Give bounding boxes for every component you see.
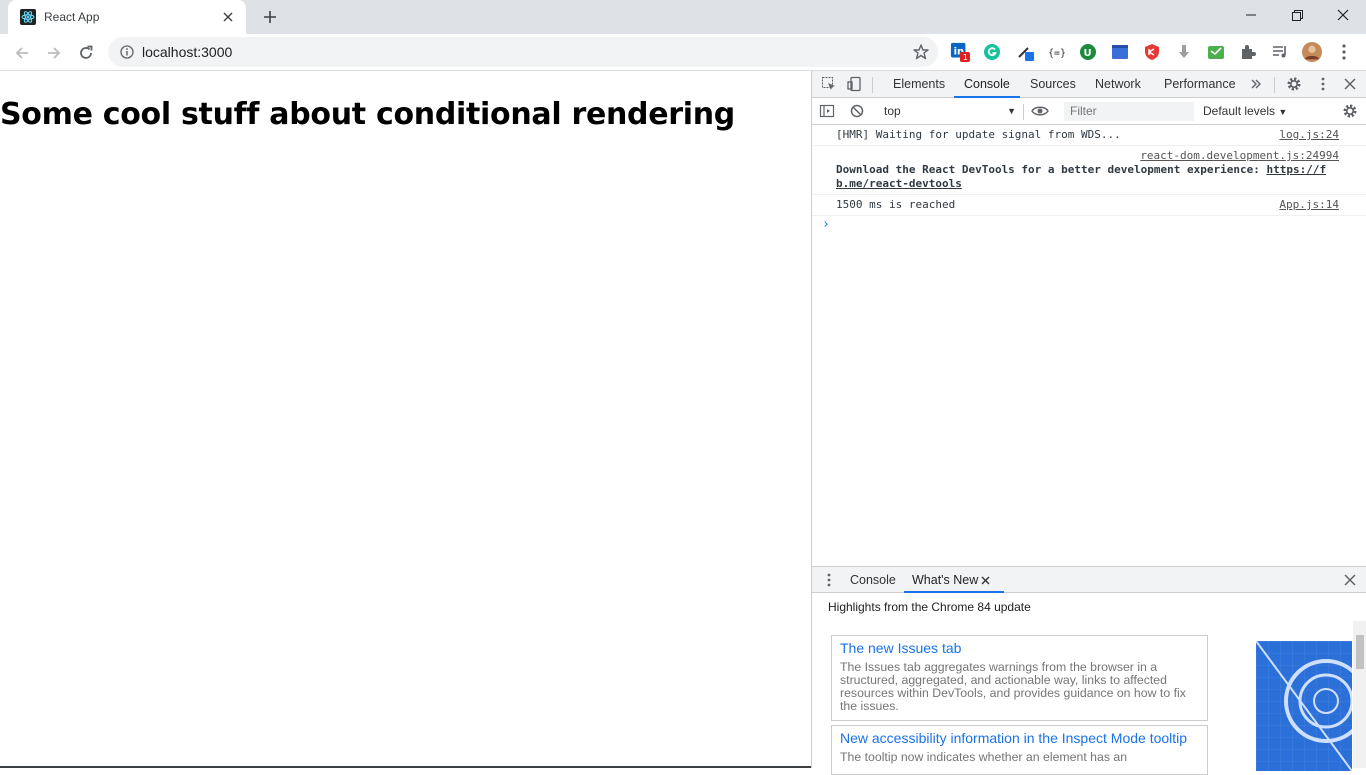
separator xyxy=(872,77,873,93)
grammarly-extension-icon[interactable] xyxy=(982,42,1002,62)
svg-text:U: U xyxy=(1084,48,1092,59)
page-viewport: Some cool stuff about conditional render… xyxy=(0,71,811,768)
console-toolbar: top ▼ Filter Default levels ▼ xyxy=(812,98,1366,125)
inspect-element-icon[interactable] xyxy=(820,75,838,93)
svg-text:{=}: {=} xyxy=(1048,48,1065,59)
message-text: Download the React DevTools for a better… xyxy=(836,163,1267,176)
react-icon xyxy=(20,9,36,25)
json-extension-icon[interactable]: {=} xyxy=(1046,42,1066,62)
message-source-link[interactable]: App.js:14 xyxy=(1279,198,1339,212)
console-message: 1500 ms is reached App.js:14 xyxy=(812,195,1366,216)
context-value: top xyxy=(884,104,901,118)
forward-button[interactable] xyxy=(40,39,68,67)
drawer-scrollbar[interactable] xyxy=(1353,621,1366,768)
whats-new-highlights: Highlights from the Chrome 84 update xyxy=(828,600,1031,614)
card-body: The Issues tab aggregates warnings from … xyxy=(840,660,1186,713)
tab-elements[interactable]: Elements xyxy=(893,71,945,98)
tab-title: React App xyxy=(44,10,100,24)
whats-new-card[interactable]: The new Issues tab The Issues tab aggreg… xyxy=(831,635,1208,721)
close-devtools-icon[interactable] xyxy=(1341,75,1359,93)
context-select[interactable]: top ▼ xyxy=(884,102,1016,121)
console-message: react-dom.development.js:24994 Download … xyxy=(812,146,1366,195)
ublock-extension-icon[interactable]: U xyxy=(1078,42,1098,62)
page-heading: Some cool stuff about conditional render… xyxy=(0,97,735,132)
puzzle-extensions-icon[interactable] xyxy=(1238,42,1258,62)
message-source-link[interactable]: log.js:24 xyxy=(1279,128,1339,142)
profile-avatar[interactable] xyxy=(1302,42,1322,62)
drawer-tab-label: What's New xyxy=(912,573,979,587)
console-prompt-caret-icon[interactable]: › xyxy=(822,217,830,232)
card-title[interactable]: New accessibility information in the Ins… xyxy=(840,730,1199,746)
browser-toolbar: localhost:3000 in 1 {=} U xyxy=(0,34,1366,71)
info-icon[interactable] xyxy=(120,45,134,59)
chrome-menu-icon[interactable] xyxy=(1334,42,1354,62)
device-toolbar-icon[interactable] xyxy=(846,75,864,93)
shield-extension-icon[interactable] xyxy=(1142,42,1162,62)
separator xyxy=(1023,104,1024,120)
media-queue-icon[interactable] xyxy=(1270,42,1290,62)
back-button[interactable] xyxy=(8,39,36,67)
download-extension-icon[interactable] xyxy=(1174,42,1194,62)
linkedin-extension-icon[interactable]: in 1 xyxy=(950,42,970,62)
drawer-tab-console[interactable]: Console xyxy=(850,567,896,593)
url-text: localhost:3000 xyxy=(142,44,233,60)
card-title[interactable]: The new Issues tab xyxy=(840,640,1199,656)
devtools-tab-bar: Elements Console Sources Network Perform… xyxy=(812,71,1366,98)
inbox-extension-icon[interactable] xyxy=(1206,42,1226,62)
drawer-tab-bar: Console What's New xyxy=(812,566,1366,593)
bookmark-star-icon[interactable] xyxy=(912,43,930,61)
browser-tab[interactable]: React App xyxy=(8,0,246,34)
drawer-menu-icon[interactable] xyxy=(820,571,838,589)
eyedropper-extension-icon[interactable] xyxy=(1016,42,1036,62)
log-levels-select[interactable]: Default levels ▼ xyxy=(1203,102,1287,122)
tab-sources[interactable]: Sources xyxy=(1030,71,1076,98)
close-whats-new-icon[interactable] xyxy=(976,571,994,589)
message-text: [HMR] Waiting for update signal from WDS… xyxy=(836,128,1121,141)
scrollbar-thumb[interactable] xyxy=(1356,635,1364,669)
separator xyxy=(1274,77,1275,93)
console-settings-gear-icon[interactable] xyxy=(1341,102,1359,120)
console-message: [HMR] Waiting for update signal from WDS… xyxy=(812,125,1366,146)
filter-input[interactable]: Filter xyxy=(1064,102,1194,121)
message-text: 1500 ms is reached xyxy=(836,198,956,211)
tab-strip: React App xyxy=(0,0,1366,34)
close-tab-icon[interactable] xyxy=(220,9,236,25)
clear-console-icon[interactable] xyxy=(848,102,866,120)
live-expression-eye-icon[interactable] xyxy=(1031,102,1049,120)
chrome-update-promo-image xyxy=(1256,641,1352,771)
close-drawer-icon[interactable] xyxy=(1341,571,1359,589)
tab-console[interactable]: Console xyxy=(954,71,1020,98)
reload-button[interactable] xyxy=(72,39,100,67)
sidebar-toggle-icon[interactable] xyxy=(818,102,836,120)
caret-down-icon: ▼ xyxy=(1278,107,1288,117)
tab-performance[interactable]: Performance xyxy=(1164,71,1236,98)
settings-gear-icon[interactable] xyxy=(1285,75,1303,93)
minimize-button[interactable] xyxy=(1228,0,1274,30)
customize-menu-icon[interactable] xyxy=(1314,75,1332,93)
address-bar[interactable]: localhost:3000 xyxy=(108,37,938,67)
caret-down-icon: ▼ xyxy=(1007,106,1016,116)
extension-badge: 1 xyxy=(963,52,968,62)
new-tab-button[interactable] xyxy=(259,6,281,28)
tab-network[interactable]: Network xyxy=(1095,71,1141,98)
card-body: The tooltip now indicates whether an ele… xyxy=(840,750,1128,764)
devtools-drawer: Console What's New Highlights from the C… xyxy=(812,566,1366,775)
console-messages: [HMR] Waiting for update signal from WDS… xyxy=(812,125,1366,216)
message-source-link[interactable]: react-dom.development.js:24994 xyxy=(836,149,1339,163)
log-levels-label: Default levels xyxy=(1203,104,1276,118)
window-extension-icon[interactable] xyxy=(1110,42,1130,62)
devtools-panel: Elements Console Sources Network Perform… xyxy=(811,71,1366,775)
close-window-button[interactable] xyxy=(1320,0,1366,30)
more-tabs-icon[interactable] xyxy=(1247,75,1265,93)
restore-button[interactable] xyxy=(1274,0,1320,30)
